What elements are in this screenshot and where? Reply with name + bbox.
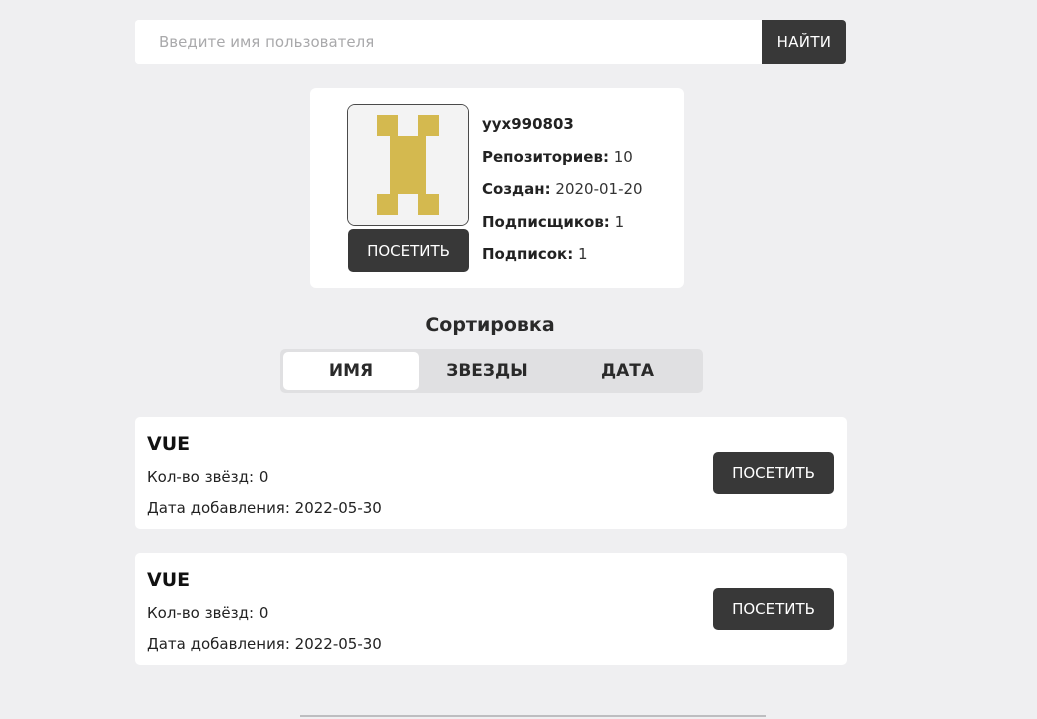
- search-button[interactable]: НАЙТИ: [762, 20, 846, 64]
- sort-title: Сортировка: [425, 314, 555, 336]
- page: НАЙТИ ПОСЕТИТЬ yyx990803 Репозитор: [0, 0, 1037, 719]
- created-value: 2020-01-20: [555, 180, 643, 198]
- identicon-avatar-icon: [348, 105, 468, 225]
- repos-value: 10: [613, 147, 633, 166]
- visit-repo-button[interactable]: ПОСЕТИТЬ: [713, 452, 834, 494]
- following-value: 1: [578, 245, 588, 263]
- repo-name: VUE: [147, 569, 191, 591]
- search-bar: НАЙТИ: [135, 20, 846, 64]
- profile-repos: Репозиториев: 10: [482, 147, 643, 180]
- profile-followers: Подписщиков: 1: [482, 212, 643, 245]
- sort-tabs: ИМЯ ЗВЕЗДЫ ДАТА: [280, 349, 703, 393]
- tab-sort-name[interactable]: ИМЯ: [283, 352, 419, 390]
- repo-name: VUE: [147, 433, 191, 455]
- followers-value: 1: [614, 212, 625, 231]
- tab-sort-stars[interactable]: ЗВЕЗДЫ: [419, 352, 555, 390]
- repos-label: Репозиториев:: [482, 147, 609, 166]
- search-input[interactable]: [135, 20, 762, 64]
- visit-profile-button[interactable]: ПОСЕТИТЬ: [348, 229, 469, 272]
- repo-card: VUE Кол-во звёзд: 0 Дата добавления: 202…: [135, 417, 847, 529]
- repo-card: VUE Кол-во звёзд: 0 Дата добавления: 202…: [135, 553, 847, 665]
- repo-stars: Кол-во звёзд: 0: [147, 468, 269, 486]
- visit-repo-button[interactable]: ПОСЕТИТЬ: [713, 588, 834, 630]
- profile-following: Подписок: 1: [482, 244, 643, 277]
- tab-sort-date[interactable]: ДАТА: [555, 352, 700, 390]
- followers-label: Подписщиков:: [482, 212, 610, 231]
- profile-card: ПОСЕТИТЬ yyx990803 Репозиториев: 10 Созд…: [310, 88, 684, 288]
- repo-date: Дата добавления: 2022-05-30: [147, 635, 382, 653]
- created-label: Создан:: [482, 180, 551, 198]
- bottom-divider: [300, 715, 766, 717]
- profile-info: yyx990803 Репозиториев: 10 Создан: 2020-…: [482, 114, 643, 277]
- repo-date: Дата добавления: 2022-05-30: [147, 499, 382, 517]
- following-label: Подписок:: [482, 245, 574, 263]
- profile-created: Создан: 2020-01-20: [482, 179, 643, 212]
- avatar: [347, 104, 469, 226]
- profile-login: yyx990803: [482, 115, 574, 133]
- repo-stars: Кол-во звёзд: 0: [147, 604, 269, 622]
